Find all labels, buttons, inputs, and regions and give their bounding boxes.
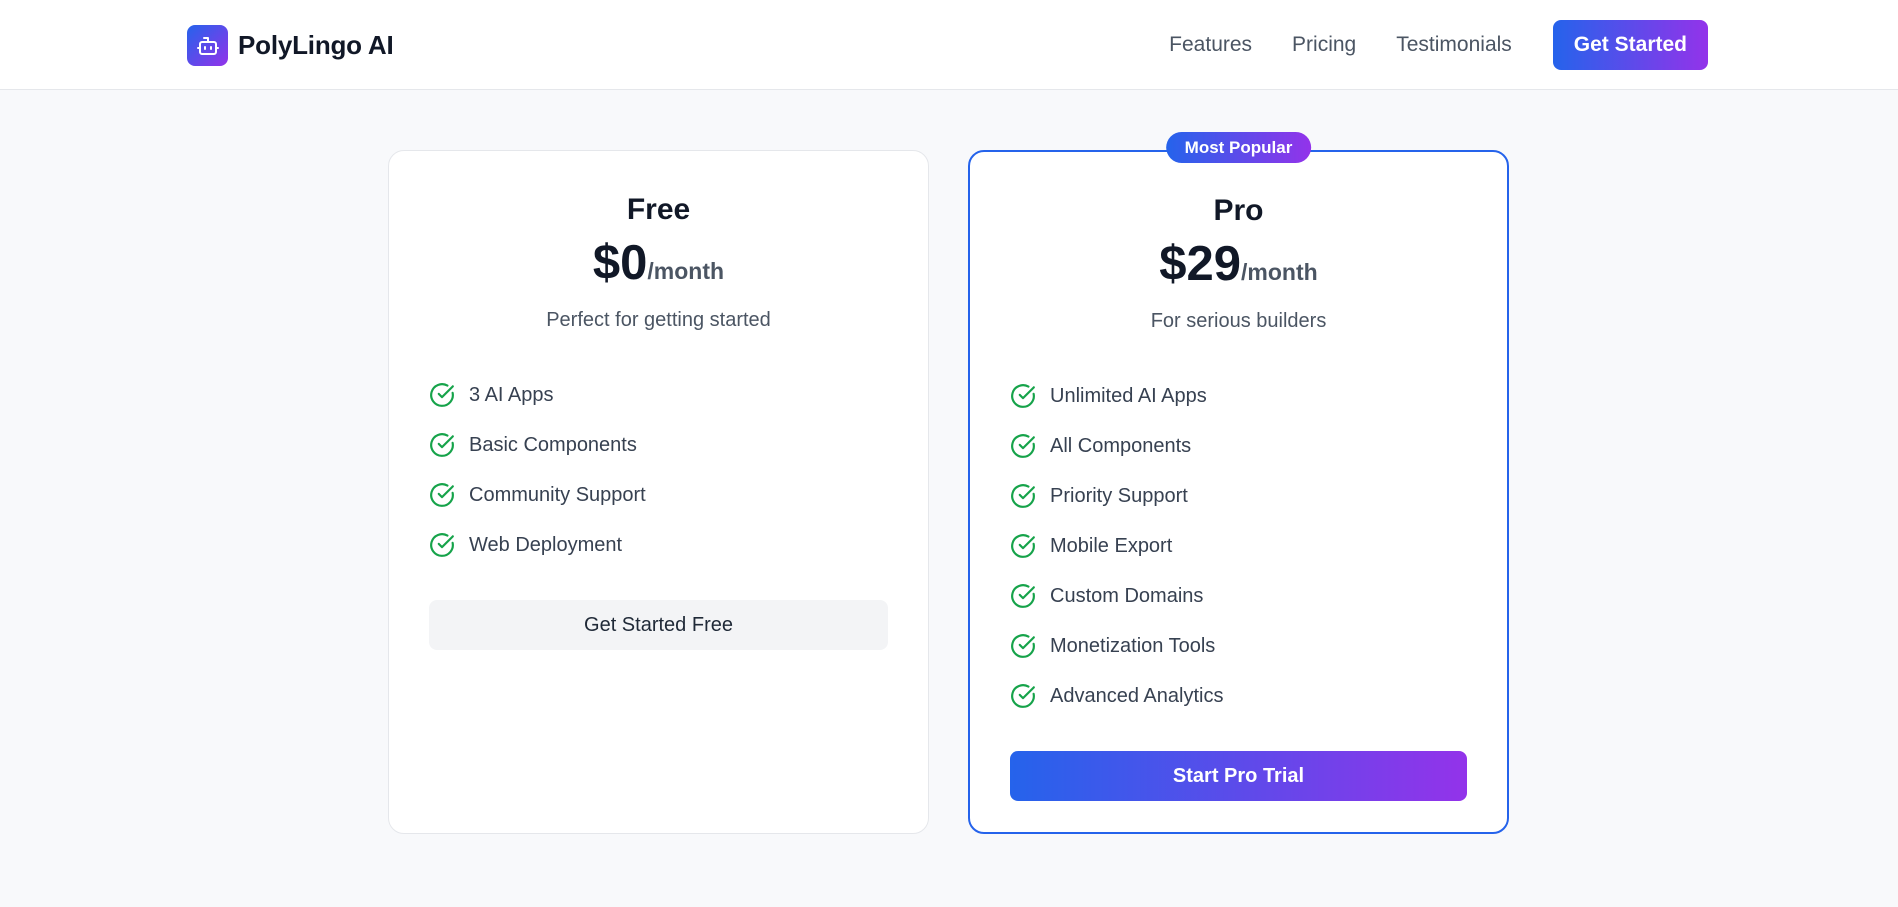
check-circle-icon xyxy=(1011,484,1035,508)
feature-label: Unlimited AI Apps xyxy=(1050,384,1207,407)
plan-price: $0 xyxy=(592,236,648,290)
plan-tagline: For serious builders xyxy=(1150,310,1327,332)
plan-period: /month xyxy=(647,258,725,284)
check-circle-icon xyxy=(430,483,454,507)
pricing-card-free: Free $0/month Perfect for getting starte… xyxy=(388,150,929,834)
feature-item: Web Deployment xyxy=(429,520,888,570)
check-circle-icon xyxy=(1011,384,1035,408)
feature-item: Custom Domains xyxy=(1010,571,1467,621)
price-row: $0/month xyxy=(429,235,888,303)
feature-label: Monetization Tools xyxy=(1050,634,1216,657)
feature-item: Community Support xyxy=(429,470,888,520)
feature-label: All Components xyxy=(1050,434,1192,457)
nav-link-features[interactable]: Features xyxy=(1169,33,1252,57)
feature-item: 3 AI Apps xyxy=(429,370,888,420)
most-popular-badge: Most Popular xyxy=(1165,132,1312,163)
check-circle-icon xyxy=(430,433,454,457)
nav-link-testimonials[interactable]: Testimonials xyxy=(1396,33,1512,57)
check-circle-icon xyxy=(430,533,454,557)
brand-logo[interactable]: PolyLingo AI xyxy=(187,25,394,66)
plan-tagline: Perfect for getting started xyxy=(546,309,771,331)
feature-label: Basic Components xyxy=(469,433,637,456)
check-circle-icon xyxy=(1011,434,1035,458)
feature-item: Advanced Analytics xyxy=(1010,671,1467,721)
plan-name: Free xyxy=(626,193,691,226)
main-nav: Features Pricing Testimonials Get Starte… xyxy=(1169,20,1708,70)
feature-list: Unlimited AI Apps All Components Priorit… xyxy=(1010,371,1467,721)
feature-label: Advanced Analytics xyxy=(1050,684,1224,707)
feature-label: 3 AI Apps xyxy=(469,383,554,406)
feature-item: All Components xyxy=(1010,421,1467,471)
check-circle-icon xyxy=(1011,634,1035,658)
feature-label: Community Support xyxy=(469,483,646,506)
price-row: $29/month xyxy=(1010,236,1467,304)
check-circle-icon xyxy=(1011,684,1035,708)
feature-label: Mobile Export xyxy=(1050,534,1173,557)
feature-label: Web Deployment xyxy=(469,533,623,556)
feature-item: Priority Support xyxy=(1010,471,1467,521)
feature-label: Custom Domains xyxy=(1050,584,1204,607)
start-pro-trial-button[interactable]: Start Pro Trial xyxy=(1010,751,1467,801)
check-circle-icon xyxy=(430,383,454,407)
check-circle-icon xyxy=(1011,584,1035,608)
feature-list: 3 AI Apps Basic Components Community Sup… xyxy=(429,370,888,570)
check-circle-icon xyxy=(1011,534,1035,558)
feature-item: Mobile Export xyxy=(1010,521,1467,571)
plan-period: /month xyxy=(1241,259,1318,285)
pricing-card-pro: Most Popular Pro $29/month For serious b… xyxy=(968,132,1509,834)
robot-icon xyxy=(187,25,228,66)
nav-link-pricing[interactable]: Pricing xyxy=(1292,33,1356,57)
get-started-button[interactable]: Get Started xyxy=(1552,20,1708,70)
feature-label: Priority Support xyxy=(1050,484,1188,507)
feature-item: Monetization Tools xyxy=(1010,621,1467,671)
site-header: PolyLingo AI Features Pricing Testimonia… xyxy=(0,0,1898,90)
plan-name: Pro xyxy=(1213,194,1264,227)
get-started-free-button[interactable]: Get Started Free xyxy=(429,600,888,650)
feature-item: Unlimited AI Apps xyxy=(1010,371,1467,421)
brand-name: PolyLingo AI xyxy=(238,30,394,60)
feature-item: Basic Components xyxy=(429,420,888,470)
plan-price: $29 xyxy=(1159,237,1242,291)
